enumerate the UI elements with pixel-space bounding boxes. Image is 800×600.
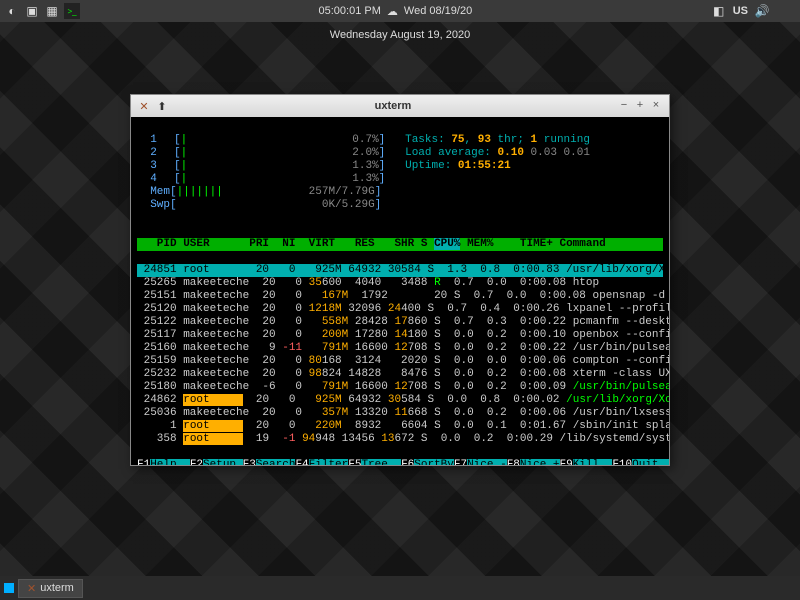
taskbar-app-button[interactable]: ✕ uxterm xyxy=(18,579,83,598)
task-app-icon: ✕ xyxy=(27,582,36,595)
process-row[interactable]: 25036 makeeteche 20 0 357M 13320 11668 S… xyxy=(137,407,663,420)
panel-clock-area[interactable]: 05:00:01 PM ☁ Wed 08/19/20 xyxy=(80,5,711,18)
files-icon[interactable]: ▣ xyxy=(24,3,40,19)
workspace-indicator[interactable] xyxy=(4,583,14,593)
top-panel: ◐ ▣ ▦ >_ 05:00:01 PM ☁ Wed 08/19/20 ◧ US… xyxy=(0,0,800,22)
volume-icon[interactable]: 🔊 xyxy=(754,3,770,19)
minimize-button[interactable]: − xyxy=(617,99,631,113)
process-row[interactable]: 25159 makeeteche 20 0 80168 3124 2020 S … xyxy=(137,355,663,368)
keyboard-layout[interactable]: US xyxy=(733,5,748,17)
menu-icon[interactable]: ◐ xyxy=(4,3,20,19)
process-row[interactable]: 25265 makeeteche 20 0 35600 4040 3488 R … xyxy=(137,277,663,290)
weather-icon: ☁ xyxy=(387,5,398,18)
terminal-window: ✕ ⬆ uxterm − + × 1 [| 0.7%] Tasks: 75, 9… xyxy=(130,94,670,466)
process-row[interactable]: 1 root 20 0 220M 8932 6604 S 0.0 0.1 0:0… xyxy=(137,420,663,433)
bottom-panel: ✕ uxterm xyxy=(0,576,800,600)
clock-text: 05:00:01 PM xyxy=(319,5,381,17)
process-row[interactable]: 25180 makeeteche -6 0 791M 16600 12708 S… xyxy=(137,381,663,394)
close-button[interactable]: × xyxy=(649,99,663,113)
process-row[interactable]: 25120 makeeteche 20 0 1218M 32096 24400 … xyxy=(137,303,663,316)
process-row[interactable]: 24851 root 20 0 925M 64932 30584 S 1.3 0… xyxy=(137,264,663,277)
process-row[interactable]: 25151 makeeteche 20 0 167M 1792 20 S 0.7… xyxy=(137,290,663,303)
app-icon: ✕ xyxy=(137,99,151,113)
battery-icon[interactable]: ◧ xyxy=(711,3,727,19)
panel-right-tray: ◧ US 🔊 xyxy=(711,3,796,19)
window-titlebar[interactable]: ✕ ⬆ uxterm − + × xyxy=(131,95,669,117)
panel-left-tray: ◐ ▣ ▦ >_ xyxy=(4,3,80,19)
pin-icon[interactable]: ⬆ xyxy=(155,99,169,113)
date-banner: Wednesday August 19, 2020 xyxy=(320,25,480,45)
date-short: Wed 08/19/20 xyxy=(404,5,472,17)
process-row[interactable]: 358 root 19 -1 94948 13456 13672 S 0.0 0… xyxy=(137,433,663,446)
terminal-content[interactable]: 1 [| 0.7%] Tasks: 75, 93 thr; 1 running … xyxy=(131,117,669,465)
terminal-icon[interactable]: >_ xyxy=(64,3,80,19)
task-app-label: uxterm xyxy=(40,582,74,594)
process-row[interactable]: 25122 makeeteche 20 0 558M 28428 17860 S… xyxy=(137,316,663,329)
maximize-button[interactable]: + xyxy=(633,99,647,113)
window-title: uxterm xyxy=(169,100,617,112)
process-row[interactable]: 25160 makeeteche 9 -11 791M 16600 12708 … xyxy=(137,342,663,355)
browser-icon[interactable]: ▦ xyxy=(44,3,60,19)
process-row[interactable]: 25232 makeeteche 20 0 98824 14828 8476 S… xyxy=(137,368,663,381)
process-row[interactable]: 24862 root 20 0 925M 64932 30584 S 0.0 0… xyxy=(137,394,663,407)
process-row[interactable]: 25117 makeeteche 20 0 200M 17280 14180 S… xyxy=(137,329,663,342)
logout-icon[interactable] xyxy=(776,3,796,19)
